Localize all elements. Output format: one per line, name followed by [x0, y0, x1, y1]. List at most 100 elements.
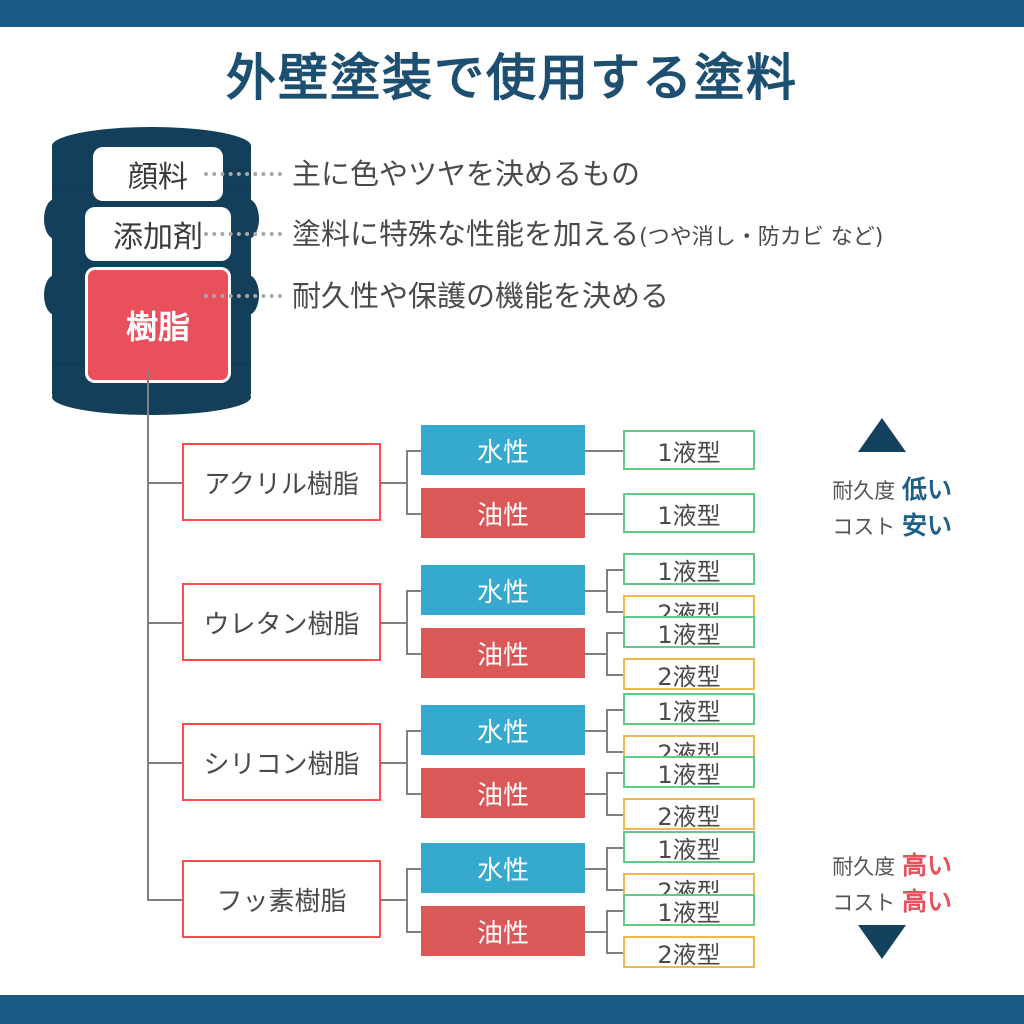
liquid-box-urethane-oil-1[interactable]: 1液型 [623, 616, 755, 649]
trunk-vertical-line [147, 370, 149, 900]
can-label-resin: 樹脂 [88, 270, 228, 380]
triangle-up-icon [858, 418, 906, 452]
row1-stem-water [406, 450, 422, 452]
liquid-box-silicone-oil-2[interactable]: 2液型 [623, 798, 755, 831]
row1-stem-oil [406, 513, 422, 515]
liquid-box-fluorine-oil-2[interactable]: 2液型 [623, 936, 755, 969]
row3-bracket [406, 730, 408, 794]
row4-stem [381, 899, 407, 901]
row4-oil-two [606, 952, 624, 954]
description-resin: 耐久性や保護の機能を決める [292, 273, 669, 315]
legend-low-durability-value: 低い [901, 475, 952, 504]
trunk-branch-1 [147, 482, 182, 484]
row3-oil-one [606, 772, 624, 774]
resin-box-fluorine[interactable]: フッ素樹脂 [182, 860, 381, 938]
row3-oil-stem [585, 793, 607, 795]
description-additive-note: (つや消し・防カビ など) [639, 225, 884, 250]
row3-oil-bracket [606, 772, 608, 815]
legend-high-durability: 耐久度 高い [706, 848, 952, 884]
row1-oil-to-liquid [585, 513, 623, 515]
row2-water-one [606, 569, 624, 571]
row4-water-bracket [606, 847, 608, 890]
legend-low-durability-label: 耐久度 [832, 479, 896, 503]
row3-stem-oil [406, 793, 422, 795]
description-additive: 塗料に特殊な性能を加える(つや消し・防カビ など) [292, 211, 883, 253]
leader-line-pigment [204, 172, 282, 176]
legend-low-cost-value: 安い [901, 511, 952, 541]
row4-oil-stem [585, 931, 607, 933]
can-rib-left-lower [44, 275, 66, 315]
row1-bracket [406, 450, 408, 514]
legend-high-cost: コスト 高い [706, 884, 952, 920]
row3-stem-water [406, 730, 422, 732]
row2-stem-oil [406, 653, 422, 655]
legend-high: 耐久度 高い コスト 高い [706, 848, 952, 921]
resin-box-silicone[interactable]: シリコン樹脂 [182, 723, 381, 801]
row2-oil-one [606, 632, 624, 634]
legend-low: 耐久度 低い コスト 安い [706, 472, 952, 545]
row3-oil-two [606, 814, 624, 816]
row3-water-one [606, 709, 624, 711]
legend-low-durability: 耐久度 低い [706, 472, 952, 508]
row4-oil-bracket [606, 910, 608, 953]
row3-stem [381, 762, 407, 764]
trunk-branch-3 [147, 762, 182, 764]
row2-oil-bracket [606, 632, 608, 675]
row2-oil-two [606, 674, 624, 676]
base-box-urethane-water[interactable]: 水性 [421, 565, 585, 615]
row4-water-two [606, 889, 624, 891]
liquid-box-silicone-oil-1[interactable]: 1液型 [623, 756, 755, 789]
resin-box-acrylic[interactable]: アクリル樹脂 [182, 443, 381, 521]
row2-oil-stem [585, 653, 607, 655]
triangle-down-icon [858, 925, 906, 959]
resin-box-urethane[interactable]: ウレタン樹脂 [182, 583, 381, 661]
leader-line-additive [204, 232, 282, 236]
row3-water-stem [585, 730, 607, 732]
base-box-acrylic-oil[interactable]: 油性 [421, 488, 585, 538]
description-additive-text: 塗料に特殊な性能を加える [292, 217, 640, 251]
base-box-fluorine-water[interactable]: 水性 [421, 843, 585, 893]
top-accent-bar [0, 0, 1024, 27]
liquid-box-acrylic-water-1[interactable]: 1液型 [623, 430, 755, 470]
row3-water-two [606, 751, 624, 753]
page-title: 外壁塗装で使用する塗料 [226, 49, 798, 107]
description-resin-text: 耐久性や保護の機能を決める [292, 279, 670, 313]
base-box-silicone-water[interactable]: 水性 [421, 705, 585, 755]
can-bottom-ellipse [52, 379, 251, 415]
base-box-acrylic-water[interactable]: 水性 [421, 425, 585, 475]
row4-stem-oil [406, 931, 422, 933]
legend-low-cost: コスト 安い [706, 508, 952, 544]
base-box-silicone-oil[interactable]: 油性 [421, 768, 585, 818]
row1-stem [381, 482, 407, 484]
row2-stem [381, 622, 407, 624]
row4-stem-water [406, 868, 422, 870]
row4-bracket [406, 868, 408, 932]
row2-stem-water [406, 590, 422, 592]
leader-line-resin [204, 294, 282, 298]
row2-water-stem [585, 590, 607, 592]
trunk-branch-4 [147, 899, 182, 901]
base-box-fluorine-oil[interactable]: 油性 [421, 906, 585, 956]
liquid-box-urethane-oil-2[interactable]: 2液型 [623, 658, 755, 691]
description-pigment: 主に色やツヤを決めるもの [292, 151, 640, 193]
description-pigment-text: 主に色やツヤを決めるもの [292, 157, 641, 191]
row4-water-stem [585, 868, 607, 870]
legend-high-durability-label: 耐久度 [832, 855, 896, 879]
row1-water-to-liquid [585, 450, 623, 452]
row2-water-bracket [606, 569, 608, 612]
can-rib-left-upper [44, 199, 66, 239]
row4-oil-one [606, 910, 624, 912]
row2-bracket [406, 590, 408, 654]
row2-water-two [606, 611, 624, 613]
legend-high-cost-value: 高い [901, 887, 952, 917]
liquid-box-silicone-water-1[interactable]: 1液型 [623, 693, 755, 726]
trunk-branch-2 [147, 622, 182, 624]
base-box-urethane-oil[interactable]: 油性 [421, 628, 585, 678]
liquid-box-urethane-water-1[interactable]: 1液型 [623, 553, 755, 586]
can-label-pigment: 顔料 [96, 150, 220, 198]
row3-water-bracket [606, 709, 608, 752]
row4-water-one [606, 847, 624, 849]
paint-can-illustration: 顔料 添加剤 樹脂 [44, 127, 259, 415]
legend-low-cost-label: コスト [832, 515, 896, 540]
legend-high-cost-label: コスト [832, 891, 896, 916]
